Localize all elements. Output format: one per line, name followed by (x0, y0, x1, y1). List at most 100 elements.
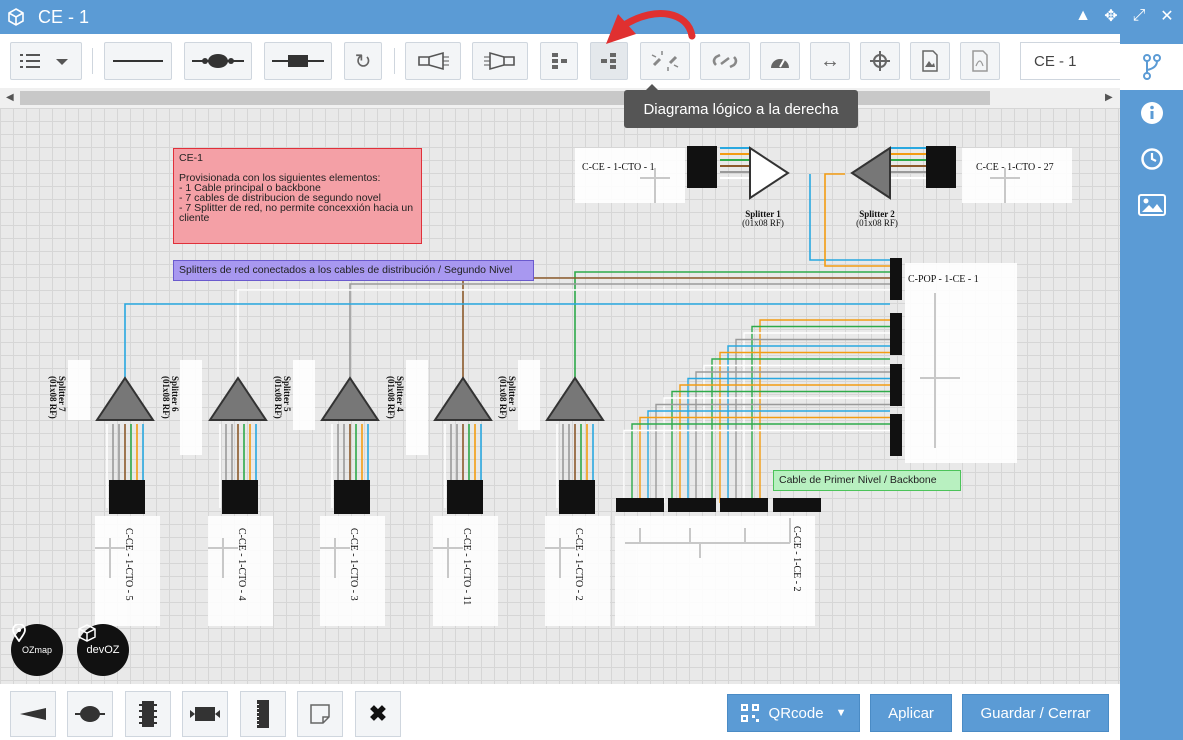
splitter-tool-button[interactable] (10, 691, 56, 737)
close-icon[interactable]: ✕ (1157, 6, 1177, 26)
note-green[interactable]: Cable de Primer Nivel / Backbone (773, 470, 961, 491)
splitter4-label: Splitter 4 (01x08 RF) (386, 376, 405, 419)
sidebar-item-history[interactable] (1120, 136, 1183, 182)
splice-tool-button[interactable] (67, 691, 113, 737)
devoz-text: devOZ (86, 644, 120, 656)
devoz-logo: devOZ (77, 624, 129, 676)
connector-block (109, 480, 145, 514)
dio-tool-icon (139, 701, 157, 727)
link-button[interactable] (700, 42, 750, 80)
qrcode-label: QRcode (768, 704, 824, 722)
splice-closure-button[interactable] (184, 42, 252, 80)
connector-block (687, 146, 717, 188)
splitter-tool-icon (20, 708, 46, 720)
minimize-icon[interactable]: ▲ (1073, 6, 1093, 26)
save-close-button[interactable]: Guardar / Cerrar (962, 694, 1109, 732)
backbone-port-group (668, 498, 716, 512)
move-icon[interactable]: ✥ (1101, 6, 1121, 26)
splitter-right-button[interactable] (472, 42, 528, 80)
cto-label-5: C-CE - 1-CTO - 5 (123, 528, 134, 601)
splitter1-label: Splitter 1 (01x08 RF) (730, 210, 796, 228)
splice-tool-icon (75, 706, 105, 722)
ce-label-2: C-CE - 1-CE - 2 (791, 526, 802, 592)
connector-block (447, 480, 483, 514)
bottom-bar: ✖ QRcode ▼ Aplicar Guardar / Cerrar (0, 684, 1120, 740)
refresh-icon: ↻ (354, 50, 372, 73)
lower-splitter-shape (545, 376, 605, 421)
speedometer-icon (771, 59, 789, 68)
connector-block (559, 480, 595, 514)
refresh-button[interactable]: ↻ (344, 42, 382, 80)
splitter6-label: Splitter 6 (01x08 RF) (161, 376, 180, 419)
line-icon (113, 60, 163, 62)
fiber-line (124, 303, 890, 378)
splitter4-name: Splitter 4 (395, 376, 405, 412)
box-icon (78, 624, 96, 642)
app-window: CE - 1 ▲ ✥ ⤢ ✕ ↻ ↔ CE - 1 ◀ ▶ CE-1 Provi… (0, 0, 1183, 740)
scroll-right-icon[interactable]: ▶ (1105, 92, 1113, 103)
right-sidebar (1120, 34, 1183, 740)
cable-line-button[interactable] (104, 42, 172, 80)
delete-tool-button[interactable]: ✖ (355, 691, 401, 737)
splitter2-ratio: (01x08 RF) (856, 218, 898, 228)
cto-label-left: C-CE - 1-CTO - 1 (582, 162, 655, 173)
sidebar-item-fiber-branch[interactable] (1120, 44, 1183, 90)
note-line: - 7 Splitter de red, no permite concexxi… (179, 202, 414, 224)
rack-tool-button[interactable] (240, 691, 286, 737)
splitter-left-button[interactable] (405, 42, 461, 80)
fiber-line (349, 283, 890, 378)
cube-icon (6, 7, 26, 27)
cto-label-2: C-CE - 1-CTO - 2 (573, 528, 584, 601)
pdf-file-icon (972, 50, 988, 72)
splitter5-name: Splitter 5 (282, 376, 292, 412)
splitter-left-icon (418, 51, 449, 71)
lower-splitter-shape (433, 376, 493, 421)
clock-icon (1140, 148, 1163, 170)
speedometer-button[interactable] (760, 42, 800, 80)
sidebar-item-images[interactable] (1120, 182, 1183, 228)
note-icon (310, 704, 330, 724)
map-pin-icon (12, 624, 26, 642)
splitter2-shape (850, 146, 891, 200)
image-file-icon (922, 50, 938, 72)
splice-icon (192, 54, 244, 68)
backbone-port-group (616, 498, 664, 512)
sidebar-item-info[interactable] (1120, 90, 1183, 136)
cassette-tool-button[interactable] (182, 691, 228, 737)
port-group (890, 364, 902, 406)
backbone-port-group (773, 498, 821, 512)
note-tool-button[interactable] (297, 691, 343, 737)
title-bar: CE - 1 ▲ ✥ ⤢ ✕ (0, 0, 1183, 34)
note-purple[interactable]: Splitters de red conectados a los cables… (173, 260, 534, 281)
backbone-port-group (720, 498, 768, 512)
splitter-right-icon (484, 51, 515, 71)
image-icon (1137, 194, 1166, 216)
connector-block (222, 480, 258, 514)
crosshair-button[interactable] (860, 42, 900, 80)
resize-horizontal-button[interactable]: ↔ (810, 42, 850, 80)
cto-label-11: C-CE - 1-CTO - 11 (461, 528, 472, 606)
expand-icon[interactable]: ⤢ (1129, 6, 1149, 26)
cassette-tool-icon (190, 707, 220, 721)
connector-button[interactable] (264, 42, 332, 80)
list-menu-button[interactable] (10, 42, 82, 80)
dio-tool-button[interactable] (125, 691, 171, 737)
splitter6-name: Splitter 6 (170, 376, 180, 412)
apply-button[interactable]: Aplicar (870, 694, 952, 732)
splitter3-label: Splitter 3 (01x08 RF) (498, 376, 517, 419)
port-group (890, 258, 902, 300)
lower-splitter-shape (95, 376, 155, 421)
note-red[interactable]: CE-1 Provisionada con los siguientes ele… (173, 148, 422, 244)
scroll-left-icon[interactable]: ◀ (6, 92, 14, 103)
image-export-button[interactable] (910, 42, 950, 80)
horizontal-scrollbar[interactable]: ◀ ▶ (0, 88, 1120, 108)
diagram-name-input[interactable] (1020, 42, 1120, 80)
qrcode-icon (740, 704, 759, 722)
cto-label-3: C-CE - 1-CTO - 3 (348, 528, 359, 601)
fiber-line (631, 423, 890, 503)
logical-diagram-left-button[interactable] (540, 42, 578, 80)
pdf-export-button[interactable] (960, 42, 1000, 80)
port-group (890, 313, 902, 355)
qrcode-button[interactable]: QRcode ▼ (727, 694, 860, 732)
diagram-canvas[interactable]: CE-1 Provisionada con los siguientes ele… (0, 108, 1120, 684)
